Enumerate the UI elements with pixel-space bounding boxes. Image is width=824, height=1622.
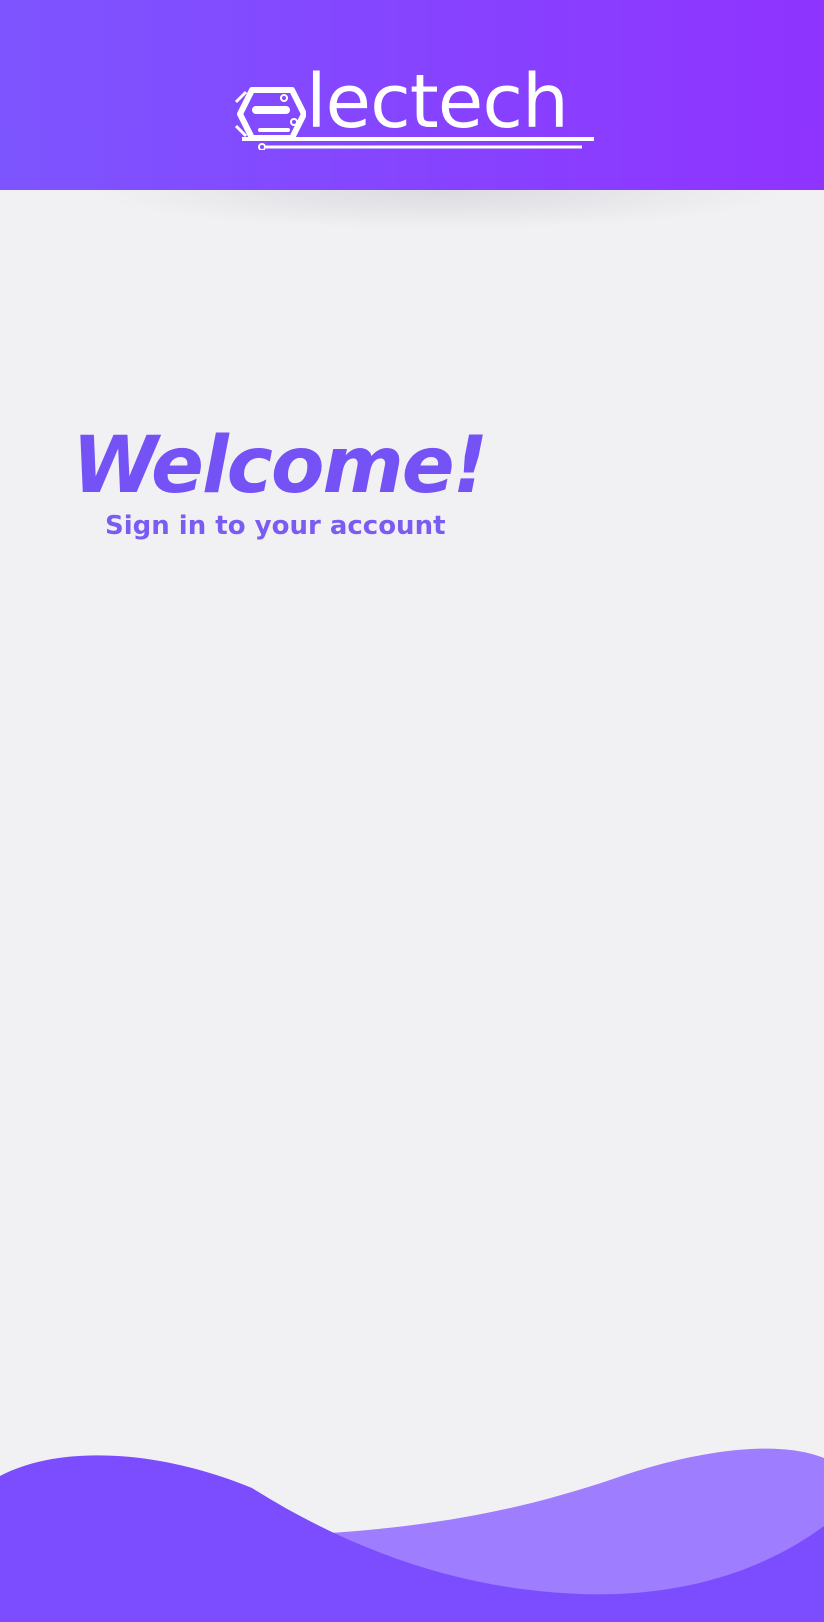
welcome-heading: Welcome! — [72, 421, 488, 511]
welcome-subtitle: Sign in to your account — [105, 511, 446, 541]
app-header: lectech — [0, 0, 824, 190]
brand-logo: lectech — [234, 62, 594, 152]
header-shadow — [90, 190, 790, 230]
brand-name: lectech — [306, 59, 569, 145]
logo-underline — [242, 137, 594, 150]
decorative-waves — [0, 1448, 824, 1622]
